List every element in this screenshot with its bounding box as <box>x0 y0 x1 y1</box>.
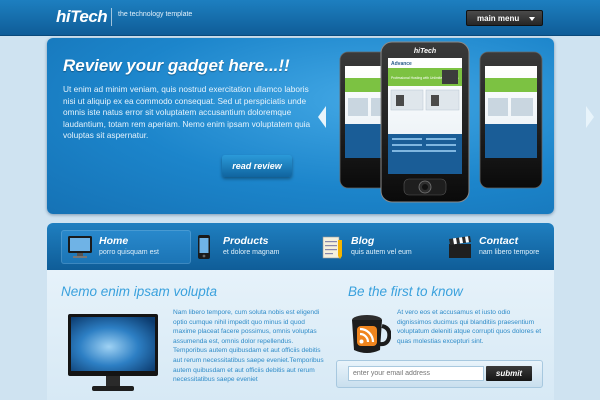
nav-home-title: Home <box>99 235 129 247</box>
nav-contact-title: Contact <box>479 235 519 247</box>
tagline: the technology template <box>118 11 193 18</box>
phone-right <box>479 51 543 189</box>
nav-products-sub: et dolore magnam <box>223 249 280 256</box>
nav-contact-sub: nam libero tempore <box>479 249 540 256</box>
main-menu-button[interactable]: main menu <box>466 10 543 26</box>
nav-item-products[interactable]: Products et dolore magnam <box>185 230 310 264</box>
chevron-down-icon <box>529 17 535 21</box>
left-section-title: Nemo enim ipsam volupta <box>61 284 218 299</box>
nav-home-sub: porro quisquam est <box>99 249 159 256</box>
email-field[interactable] <box>348 366 484 381</box>
right-section-body: At vero eos et accusamus et iusto odio d… <box>397 309 542 345</box>
nav-blog-title: Blog <box>351 235 375 247</box>
clapperboard-icon <box>449 236 471 258</box>
nav-item-blog[interactable]: Blog quis autem vel eum <box>313 230 438 264</box>
nav-item-contact[interactable]: Contact nam libero tempore <box>441 230 553 264</box>
nav-products-title: Products <box>223 235 269 247</box>
phone-front: hiTech Advance Professional Hosting with… <box>380 41 470 203</box>
monitor-image <box>68 314 158 391</box>
hero-body: Ut enim ad minim veniam, quis nostrud ex… <box>63 84 311 141</box>
read-review-button[interactable]: read review <box>222 155 292 177</box>
slider-next-arrow-icon[interactable] <box>586 106 594 128</box>
nav-blog-sub: quis autem vel eum <box>351 249 412 256</box>
top-bar: hiTech the technology template main menu <box>0 0 600 36</box>
submit-button[interactable]: submit <box>486 366 532 381</box>
main-menu-label: main menu <box>477 13 520 23</box>
rss-mug-icon <box>352 315 391 353</box>
main-nav: Home porro quisquam est Products et dolo… <box>47 223 554 270</box>
slider-prev-arrow-icon[interactable] <box>318 106 326 128</box>
phone-screen-heading: Advance <box>391 61 412 67</box>
phones-image: hiTech Advance Professional Hosting with… <box>339 41 543 203</box>
right-section-title: Be the first to know <box>348 284 463 299</box>
nav-item-home[interactable]: Home porro quisquam est <box>61 230 191 264</box>
hero-title: Review your gadget here...!! <box>63 56 290 75</box>
notepad-icon <box>322 236 342 259</box>
phone-icon <box>198 235 210 259</box>
logo[interactable]: hiTech <box>56 7 108 27</box>
desktop-icon <box>68 236 92 258</box>
left-section-body: Nam libero tempore, cum soluta nobis est… <box>173 309 324 384</box>
phone-brand: hiTech <box>414 48 436 55</box>
logo-divider <box>111 8 112 26</box>
